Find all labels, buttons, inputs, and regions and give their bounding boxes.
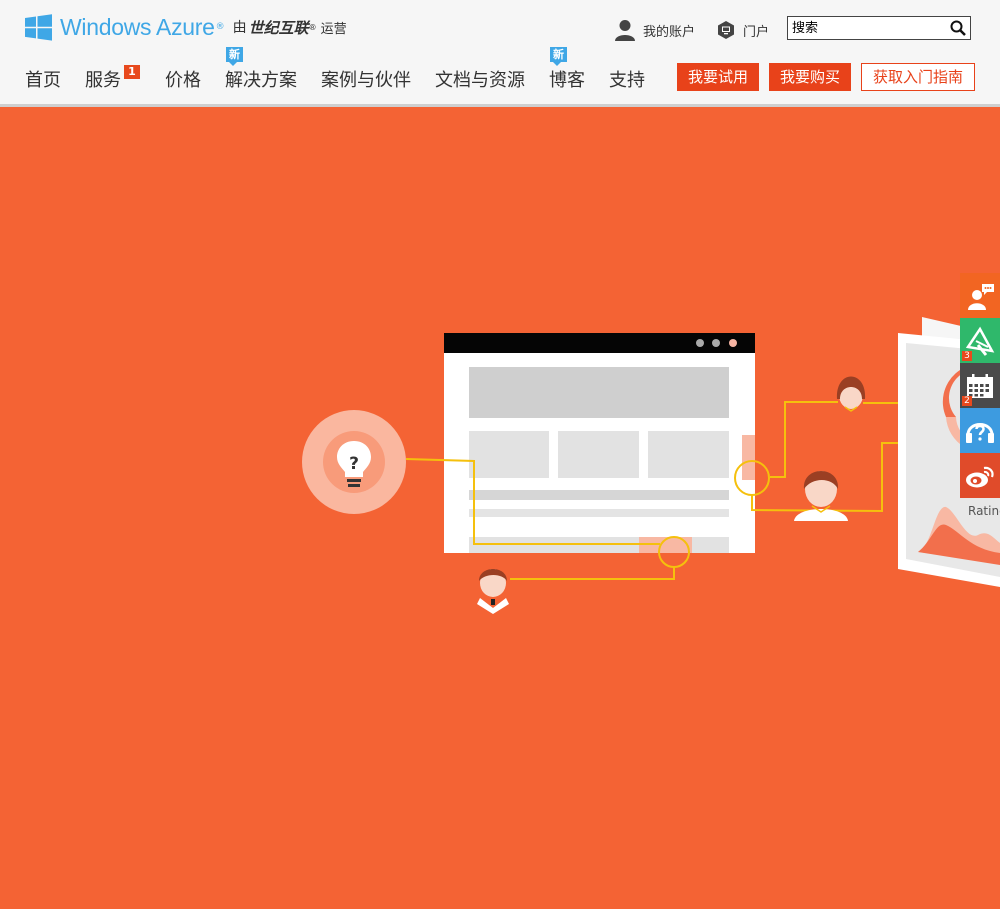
search-icon[interactable] xyxy=(949,19,967,37)
sidebar-item-help[interactable] xyxy=(960,408,1000,453)
site-header: Windows Azure ® 由 世纪互联 ® 运营 我的账户 门户 首页 xyxy=(0,0,1000,107)
search-input[interactable] xyxy=(792,19,942,37)
person-illustration xyxy=(836,376,866,412)
nav-label: 解决方案 xyxy=(225,70,297,91)
help-headset-icon xyxy=(966,422,994,443)
partner-name: 世纪互联 xyxy=(248,18,309,37)
partner-registered-mark: ® xyxy=(308,22,317,32)
portal-label: 门户 xyxy=(743,24,770,40)
weibo-icon xyxy=(966,466,994,487)
account-link[interactable]: 我的账户 xyxy=(614,17,695,43)
nav-label: 首页 xyxy=(25,70,61,91)
nav-item-home[interactable]: 首页 xyxy=(25,66,61,92)
calendar-icon xyxy=(967,373,993,398)
browser-window-illustration xyxy=(444,333,755,553)
logo-text: Windows Azure xyxy=(60,13,215,40)
nav-label: 博客 xyxy=(549,70,585,91)
nav-item-support[interactable]: 支持 xyxy=(609,66,645,92)
portal-link[interactable]: 门户 xyxy=(716,17,769,43)
nav-label: 价格 xyxy=(165,70,201,91)
rating-label: Rating xyxy=(968,504,1000,518)
logo-registered-mark: ® xyxy=(215,22,225,32)
nav-label: 案例与伙伴 xyxy=(321,70,411,91)
person-illustration xyxy=(794,471,848,521)
hero-illustration: ? Ratin xyxy=(302,317,1000,614)
nav-label: 支持 xyxy=(609,70,645,91)
search-box xyxy=(787,16,971,40)
get-started-guide-button[interactable]: 获取入门指南 xyxy=(861,63,975,91)
person-illustration xyxy=(477,569,509,614)
nav-label: 服务 xyxy=(85,70,121,91)
nav-item-services[interactable]: 服务 1 xyxy=(85,65,140,92)
nav-item-solutions[interactable]: 解决方案 新 xyxy=(225,47,297,92)
windows-logo-icon xyxy=(25,13,52,41)
portal-icon xyxy=(718,21,734,39)
nav-label: 文档与资源 xyxy=(435,70,525,91)
user-icon xyxy=(615,20,635,41)
brand-logo[interactable]: Windows Azure ® 由 世纪互联 ® 运营 xyxy=(25,12,347,42)
sidebar-item-customer-service[interactable] xyxy=(960,273,1000,318)
floating-sidebar: 3 2 xyxy=(960,273,1000,498)
new-badge: 新 xyxy=(226,47,243,66)
lightbulb-icon: ? xyxy=(302,410,406,514)
free-trial-button[interactable]: 我要试用 xyxy=(677,63,759,91)
nav-item-docs-resources[interactable]: 文档与资源 xyxy=(435,66,525,92)
sidebar-item-announcements[interactable]: 3 xyxy=(960,318,1000,363)
announcements-count-badge: 3 xyxy=(962,351,972,361)
nav-item-blog[interactable]: 博客 新 xyxy=(549,47,585,92)
buy-button[interactable]: 我要购买 xyxy=(769,63,851,91)
nav-item-pricing[interactable]: 价格 xyxy=(165,66,201,92)
nav-item-cases-partners[interactable]: 案例与伙伴 xyxy=(321,66,411,92)
services-count-badge: 1 xyxy=(124,65,140,79)
sidebar-item-events[interactable]: 2 xyxy=(960,363,1000,408)
sidebar-item-weibo[interactable] xyxy=(960,453,1000,498)
operated-text: 运营 xyxy=(320,21,347,37)
events-count-badge: 2 xyxy=(962,396,972,406)
logo-by-text: 由 xyxy=(232,20,247,36)
customer-service-chat-icon xyxy=(968,283,994,310)
hero-banner: ? Ratin xyxy=(0,107,1000,909)
account-label: 我的账户 xyxy=(643,24,696,40)
question-mark-text: ? xyxy=(349,454,359,474)
new-badge: 新 xyxy=(550,47,567,66)
